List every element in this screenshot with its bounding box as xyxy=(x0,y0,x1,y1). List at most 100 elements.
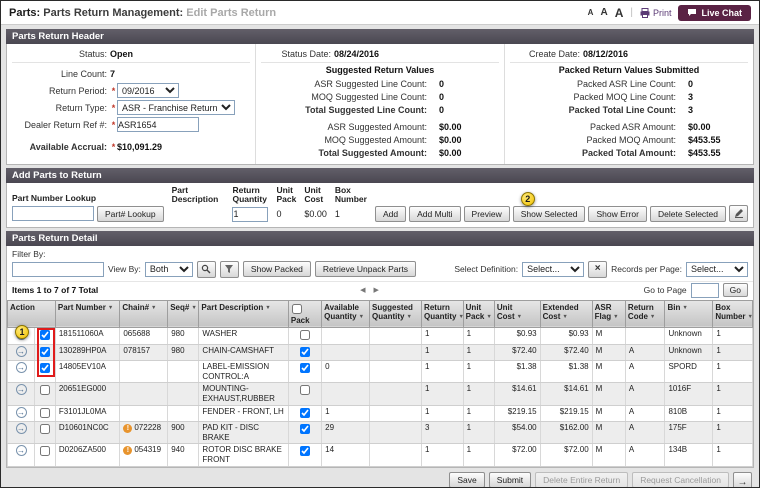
pack-checkbox[interactable] xyxy=(300,446,311,457)
col-unit-cost[interactable]: Unit Cost xyxy=(493,299,541,329)
col-part-number[interactable]: Part Number xyxy=(54,299,121,329)
value-amount: $453.55 xyxy=(688,147,721,158)
pack-checkbox[interactable] xyxy=(300,424,311,435)
retrieve-unpack-parts-button[interactable]: Retrieve Unpack Parts xyxy=(314,261,416,278)
add-multi-button[interactable]: Add Multi xyxy=(409,205,461,222)
view-by-select[interactable]: Both xyxy=(144,261,193,277)
go-to-page-group: Go to Page Go xyxy=(644,282,748,298)
save-button[interactable]: Save xyxy=(449,472,485,487)
row-detail-arrow-icon[interactable] xyxy=(15,345,27,357)
col-return-quantity[interactable]: Return Quantity xyxy=(421,299,464,329)
row-detail-arrow-icon[interactable] xyxy=(15,384,27,396)
filter-input[interactable] xyxy=(12,261,104,277)
pack-checkbox[interactable] xyxy=(300,363,311,374)
row-select-checkbox[interactable] xyxy=(39,363,50,374)
part-lookup-button[interactable]: Part# Lookup xyxy=(97,205,164,222)
col-unit-pack[interactable]: Unit Pack xyxy=(462,299,495,329)
row-select-checkbox[interactable] xyxy=(39,346,50,357)
col-suggested-quantity[interactable]: Suggested Quantity xyxy=(369,299,423,329)
filter-funnel-button[interactable] xyxy=(219,260,239,278)
value-row: ASR Suggested Amount: $0.00 xyxy=(261,120,499,133)
value-label: Packed Total Line Count: xyxy=(568,104,676,115)
return-period-label: Return Period: xyxy=(48,85,107,96)
font-size-small-button[interactable]: A xyxy=(588,8,594,17)
part-number-lookup-group: Part Number Lookup Part# Lookup xyxy=(12,193,164,222)
dealer-return-ref-input[interactable] xyxy=(117,117,199,132)
view-by-label: View By: xyxy=(108,264,141,275)
pack-all-checkbox[interactable] xyxy=(291,303,302,314)
row-detail-arrow-icon[interactable] xyxy=(15,445,27,457)
cell-description: MOUNTING-EXHAUST,RUBBER xyxy=(198,382,289,406)
row-select-checkbox[interactable] xyxy=(39,385,50,396)
cell-suggested-quantity xyxy=(369,327,423,345)
unit-pack-value: 0 xyxy=(276,208,282,219)
table-row: D0206ZA500 054319 940 ROTOR DISC BRAKE F… xyxy=(6,443,753,467)
dealer-return-ref-row: Dealer Return Ref #: * xyxy=(12,116,250,133)
row-detail-arrow-icon[interactable] xyxy=(15,406,27,418)
row-detail-arrow-icon[interactable] xyxy=(15,362,27,374)
required-marker: * xyxy=(111,119,116,130)
show-selected-button[interactable]: Show Selected xyxy=(512,205,586,222)
bottom-actions: Save Submit Delete Entire Return Request… xyxy=(6,468,754,487)
return-quantity-input[interactable] xyxy=(232,206,269,222)
col-return-code[interactable]: Return Code xyxy=(624,299,666,329)
cell-return-quantity: 1 xyxy=(421,360,464,384)
return-type-select[interactable]: ASR - Franchise Return xyxy=(117,100,235,115)
row-select-checkbox[interactable] xyxy=(39,330,50,341)
font-size-large-button[interactable]: A xyxy=(615,7,624,19)
cell-return-code: A xyxy=(624,443,666,467)
preview-button[interactable]: Preview xyxy=(463,205,510,222)
show-error-button[interactable]: Show Error xyxy=(588,205,647,222)
available-accrual-value: $10,091.29 xyxy=(117,141,163,152)
records-per-page-select[interactable]: Select... xyxy=(686,261,748,277)
col-asr-flag[interactable]: ASR Flag xyxy=(591,299,626,329)
print-button[interactable]: Print xyxy=(640,7,671,18)
col-seq[interactable]: Seq# xyxy=(167,299,200,329)
select-definition-select[interactable]: Select... xyxy=(522,261,585,277)
pack-checkbox[interactable] xyxy=(300,346,311,357)
col-box-number[interactable]: Box Number xyxy=(712,299,753,329)
col-extended-cost[interactable]: Extended Cost xyxy=(539,299,593,329)
row-detail-arrow-icon[interactable] xyxy=(15,423,27,435)
col-pack[interactable]: Pack xyxy=(287,299,323,329)
go-button[interactable]: Go xyxy=(722,283,748,298)
top-bar: Parts: Parts Return Management: Edit Par… xyxy=(1,1,759,25)
search-button[interactable] xyxy=(196,260,216,278)
cell-return-code: A xyxy=(624,382,666,406)
row-select-checkbox[interactable] xyxy=(39,446,50,457)
return-period-select[interactable]: 09/2016 xyxy=(117,83,179,98)
table-row: 181511060A 065688 980 WASHER 1 1 $0.93 $… xyxy=(6,327,753,345)
cell-available-quantity xyxy=(321,327,371,345)
col-available-quantity[interactable]: Available Quantity xyxy=(321,299,371,329)
pack-checkbox[interactable] xyxy=(300,407,311,418)
pack-checkbox[interactable] xyxy=(300,385,311,396)
submit-button[interactable]: Submit xyxy=(488,472,532,487)
next-page-icon[interactable] xyxy=(373,287,381,294)
prev-page-icon[interactable] xyxy=(360,287,368,294)
unit-cost-value: $0.00 xyxy=(304,208,327,219)
items-row: Items 1 to 7 of 7 Total Go to Page Go xyxy=(7,280,753,300)
show-packed-button[interactable]: Show Packed xyxy=(242,261,311,278)
part-number-lookup-input[interactable] xyxy=(12,206,94,222)
col-bin[interactable]: Bin xyxy=(664,299,714,329)
row-select-cell xyxy=(34,404,56,423)
cell-unit-pack: 1 xyxy=(462,360,495,384)
add-button[interactable]: Add xyxy=(374,205,407,222)
row-select-checkbox[interactable] xyxy=(39,424,50,435)
row-select-checkbox[interactable] xyxy=(39,407,50,418)
live-chat-button[interactable]: Live Chat xyxy=(678,4,751,21)
clear-definition-button[interactable]: × xyxy=(588,260,608,278)
col-chain[interactable]: Chain# xyxy=(119,299,169,329)
edit-icon-button[interactable] xyxy=(729,204,748,222)
cell-asr-flag: M xyxy=(591,360,626,384)
warning-icon xyxy=(123,446,133,456)
forward-icon-button[interactable] xyxy=(733,471,752,487)
go-to-page-input[interactable] xyxy=(690,282,719,298)
box-number-label: Box Number xyxy=(334,185,367,205)
pack-checkbox[interactable] xyxy=(300,330,311,341)
col-part-description[interactable]: Part Description xyxy=(198,299,289,329)
font-size-medium-button[interactable]: A xyxy=(600,7,607,18)
cell-pack xyxy=(287,421,323,445)
records-per-page-label: Records per Page: xyxy=(611,264,682,275)
delete-selected-button[interactable]: Delete Selected xyxy=(649,205,726,222)
